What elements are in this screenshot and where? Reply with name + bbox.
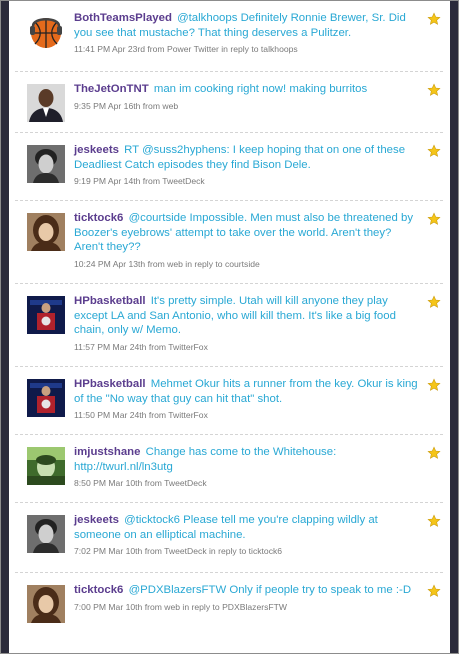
tweet-meta: 7:00 PM Mar 10th from web in reply to PD… bbox=[74, 601, 288, 612]
tweet-meta: 9:19 PM Apr 14th from TweetDeck bbox=[74, 176, 205, 186]
tweet-body: BothTeamsPlayed @talkhoops Definitely Ro… bbox=[74, 11, 421, 57]
hp-podium-avatar[interactable] bbox=[27, 296, 65, 334]
man-portrait-avatar[interactable] bbox=[27, 515, 65, 553]
favorite-star-icon[interactable] bbox=[427, 12, 441, 26]
favorite-star-icon[interactable] bbox=[427, 212, 441, 226]
favorite-star-icon[interactable] bbox=[427, 514, 441, 528]
tweet-text: @ticktock6 Please tell me you're clappin… bbox=[74, 514, 378, 541]
tweet-text: @PDXBlazersFTW Only if people try to spe… bbox=[128, 584, 412, 596]
tweet-body: imjustshane Change has come to the White… bbox=[74, 445, 421, 491]
favorite-star-icon[interactable] bbox=[427, 378, 441, 392]
left-border bbox=[1, 1, 9, 653]
tweet-item: jeskeets RT @suss2hyphens: I keep hoping… bbox=[15, 133, 443, 201]
tweet-item: imjustshane Change has come to the White… bbox=[15, 435, 443, 503]
man-portrait-avatar[interactable] bbox=[27, 145, 65, 183]
favorite-star-icon[interactable] bbox=[427, 584, 441, 598]
tweet-meta: 11:41 PM Apr 23rd from Power Twitter in … bbox=[74, 44, 298, 54]
tweet-meta: 8:50 PM Mar 10th from TweetDeck bbox=[74, 478, 207, 488]
basketball-avatar[interactable] bbox=[27, 13, 65, 51]
tweet-meta: 10:24 PM Apr 13th from web in reply to c… bbox=[74, 258, 260, 269]
tweet-username[interactable]: jeskeets bbox=[74, 514, 119, 526]
woman-portrait-avatar[interactable] bbox=[27, 213, 65, 251]
tweet-username[interactable]: BothTeamsPlayed bbox=[74, 12, 172, 24]
favorite-star-icon[interactable] bbox=[427, 295, 441, 309]
right-border bbox=[450, 1, 458, 653]
favorite-star-icon[interactable] bbox=[427, 446, 441, 460]
tweet-meta: 11:57 PM Mar 24th from TwitterFox bbox=[74, 341, 208, 352]
tweet-timeline: BothTeamsPlayed @talkhoops Definitely Ro… bbox=[15, 1, 443, 633]
green-poster-avatar[interactable] bbox=[27, 447, 65, 485]
tweet-item: BothTeamsPlayed @talkhoops Definitely Ro… bbox=[15, 1, 443, 72]
tweet-username[interactable]: TheJetOnTNT bbox=[74, 83, 149, 95]
tweet-body: HPbasketball It's pretty simple. Utah wi… bbox=[74, 294, 421, 354]
tweet-username[interactable]: HPbasketball bbox=[74, 295, 146, 307]
twitter-timeline-window: BothTeamsPlayed @talkhoops Definitely Ro… bbox=[0, 0, 459, 654]
tweet-item: jeskeets @ticktock6 Please tell me you'r… bbox=[15, 503, 443, 573]
favorite-star-icon[interactable] bbox=[427, 83, 441, 97]
tweet-username[interactable]: jeskeets bbox=[74, 144, 119, 156]
tweet-body: ticktock6 @PDXBlazersFTW Only if people … bbox=[74, 583, 421, 614]
tweet-body: HPbasketball Mehmet Okur hits a runner f… bbox=[74, 377, 421, 423]
tweet-text: man im cooking right now! making burrito… bbox=[153, 83, 368, 95]
hp-podium-avatar[interactable] bbox=[27, 379, 65, 417]
man-in-suit-avatar[interactable] bbox=[27, 84, 65, 122]
tweet-item: ticktock6 @courtside Impossible. Men mus… bbox=[15, 201, 443, 284]
favorite-star-icon[interactable] bbox=[427, 144, 441, 158]
tweet-meta: 7:02 PM Mar 10th from TweetDeck in reply… bbox=[74, 546, 283, 556]
tweet-body: jeskeets RT @suss2hyphens: I keep hoping… bbox=[74, 143, 421, 189]
tweet-item: HPbasketball It's pretty simple. Utah wi… bbox=[15, 284, 443, 367]
tweet-body: TheJetOnTNT man im cooking right now! ma… bbox=[74, 82, 421, 113]
tweet-username[interactable]: ticktock6 bbox=[74, 212, 123, 224]
tweet-username[interactable]: imjustshane bbox=[74, 446, 140, 458]
tweet-meta: 9:35 PM Apr 16th from web bbox=[74, 100, 179, 111]
tweet-body: ticktock6 @courtside Impossible. Men mus… bbox=[74, 211, 421, 271]
tweet-text: RT @suss2hyphens: I keep hoping that on … bbox=[74, 144, 406, 171]
woman-portrait-avatar[interactable] bbox=[27, 585, 65, 623]
tweet-meta: 11:50 PM Mar 24th from TwitterFox bbox=[74, 410, 208, 420]
tweet-body: jeskeets @ticktock6 Please tell me you'r… bbox=[74, 513, 421, 559]
tweet-item: HPbasketball Mehmet Okur hits a runner f… bbox=[15, 367, 443, 435]
tweet-item: ticktock6 @PDXBlazersFTW Only if people … bbox=[15, 573, 443, 633]
tweet-item: TheJetOnTNT man im cooking right now! ma… bbox=[15, 72, 443, 133]
tweet-username[interactable]: ticktock6 bbox=[74, 584, 123, 596]
tweet-username[interactable]: HPbasketball bbox=[74, 378, 146, 390]
tweet-text: @courtside Impossible. Men must also be … bbox=[74, 212, 414, 253]
